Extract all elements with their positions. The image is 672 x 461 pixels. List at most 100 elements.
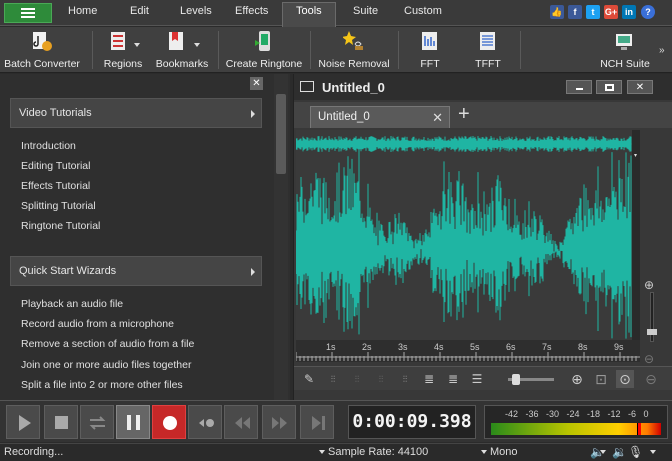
fast-forward-button[interactable]: [262, 405, 296, 439]
zoom-in-icon[interactable]: ⊕: [568, 370, 586, 388]
zoom-full-icon[interactable]: ⊡: [592, 370, 610, 388]
pause-icon: [127, 415, 140, 430]
microphone-icon[interactable]: 🎙: [628, 445, 643, 459]
wizard-link[interactable]: Remove a section of audio from a file: [21, 338, 194, 350]
channel-mode[interactable]: Mono: [490, 446, 518, 458]
sample-rate[interactable]: Sample Rate: 44100: [328, 446, 428, 458]
waveform-expand-icon[interactable]: ⫶⫶: [372, 370, 390, 388]
chevron-down-icon[interactable]: [650, 450, 656, 454]
document-tabs: Untitled_0 ✕ +: [294, 102, 672, 128]
stop-button[interactable]: [44, 405, 78, 439]
tab-edit[interactable]: Edit: [130, 5, 149, 17]
chevron-down-icon[interactable]: [481, 450, 487, 454]
tab-levels[interactable]: Levels: [180, 5, 212, 17]
close-document-button[interactable]: ✕: [627, 80, 653, 94]
waveform-view-icon[interactable]: ⫶⫶: [324, 370, 342, 388]
tutorial-link[interactable]: Ringtone Tutorial: [21, 220, 100, 232]
tab-effects[interactable]: Effects: [235, 5, 268, 17]
toolbar-overflow-icon[interactable]: »: [659, 45, 665, 56]
record-punch-button[interactable]: [188, 405, 222, 439]
zoom-selection-icon[interactable]: ⊙: [616, 370, 634, 388]
slider-handle[interactable]: [512, 374, 520, 385]
vertical-zoom-slider[interactable]: [647, 292, 657, 342]
noise-removal-button[interactable]: Noise Removal: [316, 27, 392, 73]
wizard-link[interactable]: Join one or more audio files together: [21, 359, 191, 371]
tutorial-link[interactable]: Splitting Tutorial: [21, 200, 96, 212]
tab-tools[interactable]: Tools: [296, 5, 322, 17]
play-button[interactable]: [6, 405, 40, 439]
regions-button[interactable]: Regions: [100, 27, 146, 73]
document-tab[interactable]: Untitled_0 ✕: [310, 106, 450, 128]
add-tab-button[interactable]: +: [458, 103, 470, 126]
quick-start-wizards-header[interactable]: Quick Start Wizards: [10, 256, 262, 286]
help-icon[interactable]: ?: [641, 5, 655, 19]
tutorial-link[interactable]: Editing Tutorial: [21, 160, 90, 172]
nch-suite-icon: [616, 34, 632, 50]
loop-button[interactable]: [80, 405, 114, 439]
close-panel-button[interactable]: ✕: [250, 77, 263, 90]
zoom-in-vertical-icon[interactable]: ⊕: [640, 276, 658, 294]
waveform-shrink-icon[interactable]: ⫶⫶: [348, 370, 366, 388]
normalize-icon[interactable]: ⫶⫶: [396, 370, 414, 388]
record-punch-icon: [199, 419, 214, 427]
chevron-right-icon: [251, 110, 255, 118]
spectrogram-icon[interactable]: ≣: [444, 370, 462, 388]
record-button[interactable]: [152, 405, 186, 439]
pause-button[interactable]: [116, 405, 150, 439]
wizard-link[interactable]: Playback an audio file: [21, 298, 123, 310]
document-titlebar: Untitled_0 ✕: [294, 74, 672, 100]
transport-bar: 0:00:09.398 -42 -36 -30 -24 -18 -12 -6 0: [0, 400, 672, 442]
tab-custom[interactable]: Custom: [404, 5, 442, 17]
wizard-link[interactable]: Split a file into 2 or more other files: [21, 379, 183, 391]
volume-icon[interactable]: 🔉: [612, 445, 627, 459]
tab-suite[interactable]: Suite: [353, 5, 378, 17]
tutorial-link[interactable]: Effects Tutorial: [21, 180, 90, 192]
bookmarks-icon: [169, 32, 183, 50]
meter-peak-indicator: [637, 423, 641, 435]
twitter-icon[interactable]: t: [586, 5, 600, 19]
slider-handle[interactable]: [647, 329, 657, 335]
google-plus-icon[interactable]: G+: [604, 5, 618, 19]
facebook-icon[interactable]: f: [568, 5, 582, 19]
fft-button[interactable]: FFT: [408, 27, 452, 73]
loop-icon: [89, 416, 106, 430]
chevron-down-icon[interactable]: [600, 450, 606, 454]
tools-toolbar: Batch Converter Regions Bookmarks Create…: [0, 27, 672, 73]
status-bar: Recording... Sample Rate: 44100 Mono 🔈 🔉…: [0, 443, 672, 461]
zoom-out-icon[interactable]: ⊖: [642, 370, 660, 388]
pencil-icon[interactable]: ✎: [300, 370, 318, 388]
panel-scrollbar[interactable]: [274, 74, 288, 400]
scrollbar-thumb[interactable]: [276, 94, 286, 174]
linkedin-icon[interactable]: in: [622, 5, 636, 19]
ruler-label: 9s: [614, 342, 624, 352]
bookmarks-button[interactable]: Bookmarks: [154, 27, 210, 73]
tfft-button[interactable]: TFFT: [466, 27, 510, 73]
tfft-view-icon[interactable]: ☰: [468, 370, 486, 388]
wizard-link[interactable]: Record audio from a microphone: [21, 318, 174, 330]
create-ringtone-button[interactable]: Create Ringtone: [224, 27, 304, 73]
meter-level-bar: [491, 423, 661, 435]
ruler-label: 4s: [434, 342, 444, 352]
skip-end-button[interactable]: [300, 405, 334, 439]
like-icon[interactable]: 👍: [550, 5, 564, 19]
tutorial-link[interactable]: Introduction: [21, 140, 76, 152]
spectral-view-icon[interactable]: ≣: [420, 370, 438, 388]
ruler-label: 8s: [578, 342, 588, 352]
chevron-down-icon[interactable]: [319, 450, 325, 454]
toolbar-separator: [218, 31, 219, 69]
minimize-button[interactable]: [566, 80, 592, 94]
close-tab-icon[interactable]: ✕: [432, 110, 443, 126]
side-panel: ✕ Video Tutorials Introduction Editing T…: [0, 74, 290, 400]
video-tutorials-header[interactable]: Video Tutorials: [10, 98, 262, 128]
time-ruler[interactable]: 1s 2s 3s 4s 5s 6s 7s 8s 9s: [296, 340, 640, 362]
maximize-button[interactable]: [596, 80, 622, 94]
batch-converter-icon: [33, 32, 52, 51]
rewind-button[interactable]: [224, 405, 258, 439]
main-menu-button[interactable]: [4, 3, 52, 23]
batch-converter-button[interactable]: Batch Converter: [2, 27, 82, 73]
skip-end-icon: [312, 416, 325, 430]
tab-home[interactable]: Home: [68, 5, 97, 17]
nch-suite-button[interactable]: NCH Suite: [596, 27, 654, 73]
toolbar-separator: [310, 31, 311, 69]
horizontal-zoom-slider[interactable]: [508, 374, 554, 385]
